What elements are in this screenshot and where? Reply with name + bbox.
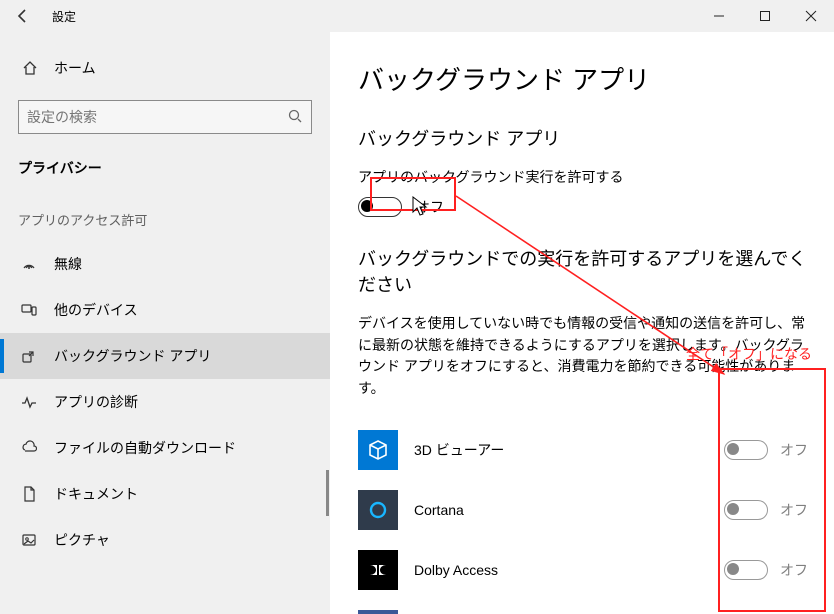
sidebar-item-background-apps[interactable]: バックグラウンド アプリ [0, 333, 330, 379]
sidebar-item-auto-download[interactable]: ファイルの自動ダウンロード [0, 425, 330, 471]
master-toggle-label: アプリのバックグラウンド実行を許可する [358, 167, 808, 187]
minimize-button[interactable] [696, 0, 742, 32]
home-nav[interactable]: ホーム [0, 48, 330, 88]
app-row: Facebook オフ [358, 600, 808, 614]
sidebar-item-label: 他のデバイス [54, 300, 138, 320]
window-title: 設定 [46, 8, 76, 25]
devices-icon [18, 302, 40, 318]
home-label: ホーム [54, 58, 96, 78]
sidebar-item-radio[interactable]: 無線 [0, 241, 330, 287]
group-title: アプリのアクセス許可 [0, 204, 330, 241]
sidebar-item-app-diagnostics[interactable]: アプリの診断 [0, 379, 330, 425]
document-icon [18, 486, 40, 502]
sidebar-item-label: ドキュメント [54, 484, 138, 504]
sidebar-item-label: アプリの診断 [54, 392, 138, 412]
sidebar: ホーム プライバシー アプリのアクセス許可 無線 他のデバイス バッ [0, 32, 330, 614]
app-name: 3D ビューアー [414, 440, 724, 460]
app-icon-dolby [358, 550, 398, 590]
maximize-button[interactable] [742, 0, 788, 32]
app-toggle[interactable] [724, 560, 768, 580]
radio-icon [18, 256, 40, 272]
app-toggle[interactable] [724, 500, 768, 520]
settings-search[interactable] [18, 100, 312, 134]
close-button[interactable] [788, 0, 834, 32]
content-pane: バックグラウンド アプリ バックグラウンド アプリ アプリのバックグラウンド実行… [330, 32, 834, 614]
annotation-text: 全て「オフ」になる [686, 344, 812, 364]
sidebar-item-label: ファイルの自動ダウンロード [54, 438, 236, 458]
app-icon-cortana [358, 490, 398, 530]
app-icon-3dviewer [358, 430, 398, 470]
app-toggle[interactable] [724, 440, 768, 460]
app-row: 3D ビューアー オフ [358, 420, 808, 480]
back-button[interactable] [0, 0, 46, 32]
apps-section-title: バックグラウンドでの実行を許可するアプリを選んでください [358, 245, 808, 297]
scrollbar-thumb[interactable] [326, 470, 329, 516]
app-toggle-state: オフ [780, 560, 808, 580]
sidebar-item-label: 無線 [54, 254, 82, 274]
master-toggle-state: オフ [416, 197, 444, 217]
app-toggle-state: オフ [780, 500, 808, 520]
diagnostics-icon [18, 394, 40, 410]
app-name: Cortana [414, 502, 724, 518]
sidebar-item-pictures[interactable]: ピクチャ [0, 517, 330, 563]
app-list: 3D ビューアー オフ Cortana オフ Dolby Access [358, 420, 808, 614]
sidebar-item-label: ピクチャ [54, 530, 110, 550]
app-toggle-state: オフ [780, 440, 808, 460]
search-input[interactable] [27, 109, 287, 125]
app-icon-facebook [358, 610, 398, 614]
picture-icon [18, 532, 40, 548]
cloud-download-icon [18, 440, 40, 456]
sidebar-item-label: バックグラウンド アプリ [54, 346, 211, 366]
apps-arrow-icon [18, 348, 40, 364]
app-row: Dolby Access オフ [358, 540, 808, 600]
search-icon [287, 108, 303, 127]
page-title: バックグラウンド アプリ [358, 60, 808, 97]
app-row: Cortana オフ [358, 480, 808, 540]
titlebar: 設定 [0, 0, 834, 32]
section-title: バックグラウンド アプリ [358, 125, 808, 151]
category-title: プライバシー [0, 152, 330, 204]
app-name: Dolby Access [414, 562, 724, 578]
master-toggle[interactable] [358, 197, 402, 217]
home-icon [20, 60, 40, 76]
sidebar-item-documents[interactable]: ドキュメント [0, 471, 330, 517]
arrow-left-icon [15, 8, 31, 24]
sidebar-item-other-devices[interactable]: 他のデバイス [0, 287, 330, 333]
